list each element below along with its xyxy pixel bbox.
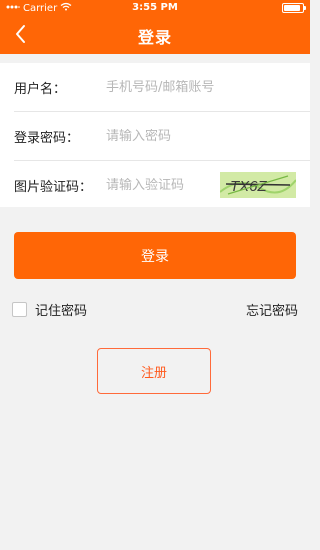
status-bar: Carrier 3:55 PM — [0, 0, 310, 16]
remember-checkbox[interactable] — [12, 302, 27, 317]
username-label: 用户名： — [14, 81, 67, 97]
password-row: 登录密码： — [14, 112, 310, 161]
page-title: 登录 — [137, 28, 172, 47]
battery-icon — [282, 3, 306, 13]
captcha-image[interactable]: TX6Z — [219, 172, 297, 198]
captcha-row: 图片验证码： TX6Z — [14, 161, 310, 209]
remember-password-toggle[interactable]: 记住密码 — [12, 300, 87, 319]
captcha-text: TX6Z — [230, 178, 268, 195]
login-form: 用户名： 登录密码： 图片验证码： TX6Z — [0, 63, 310, 207]
captcha-label: 图片验证码： — [14, 179, 93, 195]
password-label: 登录密码： — [14, 130, 80, 146]
app-header: Carrier 3:55 PM 登录 — [0, 0, 310, 54]
remember-label: 记住密码 — [35, 304, 88, 319]
forgot-password-link[interactable]: 忘记密码 — [246, 300, 298, 319]
password-input[interactable] — [106, 128, 256, 144]
username-row: 用户名： — [14, 63, 310, 112]
status-time: 3:55 PM — [132, 2, 178, 13]
username-input[interactable] — [106, 79, 256, 95]
login-button[interactable]: 登录 — [14, 232, 296, 279]
register-button[interactable]: 注册 — [97, 348, 211, 394]
captcha-input[interactable] — [106, 177, 206, 193]
